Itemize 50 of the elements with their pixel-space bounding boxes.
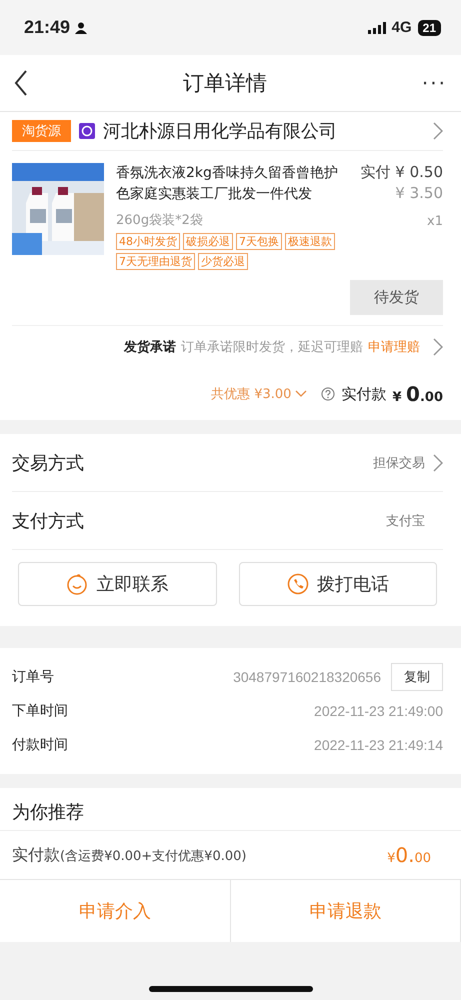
info-value: 3048797160218320656 — [233, 669, 381, 685]
help-icon[interactable] — [321, 387, 336, 401]
product-spec: 260g袋装*2袋 — [116, 212, 204, 229]
info-value: 2022-11-23 21:49:14 — [314, 737, 443, 753]
method-label: 交易方式 — [12, 452, 85, 474]
method-value: 担保交易 — [373, 454, 425, 472]
contact-button[interactable]: 拨打电话 — [238, 562, 437, 606]
network-type: 4G — [392, 19, 412, 36]
product-title[interactable]: 香氛洗衣液2kg香味持久留香曾艳护色家庭实惠装工厂批发一件代发 — [116, 163, 348, 205]
chevron-right-icon — [433, 454, 443, 472]
promise-label: 发货承诺 — [124, 339, 176, 356]
chevron-right-icon — [433, 338, 443, 356]
service-tag: 7天无理由退货 — [116, 253, 195, 270]
status-time: 21:49 — [24, 17, 70, 38]
paid-amount: ¥ 0.00 — [392, 382, 443, 406]
paid-price: 实付 ¥ 0.50 — [360, 163, 443, 182]
total-amount: ¥0.00 — [387, 843, 431, 867]
shop-name[interactable]: 河北朴源日用化学品有限公司 — [103, 119, 425, 143]
quantity: x1 — [426, 214, 443, 229]
info-label: 订单号 — [12, 668, 55, 686]
contact-button[interactable]: 立即联系 — [18, 562, 216, 606]
page-title: 订单详情 — [182, 70, 268, 97]
chevron-right-icon — [433, 122, 443, 140]
back-icon[interactable] — [14, 70, 28, 96]
person-icon — [75, 22, 88, 34]
method-label: 支付方式 — [12, 510, 85, 532]
status-button[interactable]: 待发货 — [350, 280, 443, 315]
battery-level: 21 — [418, 20, 441, 36]
paid-label: 实付款 — [341, 384, 386, 404]
signal-icon — [368, 22, 386, 34]
info-value: 2022-11-23 21:49:00 — [314, 703, 443, 719]
service-tag: 极速退款 — [285, 233, 335, 250]
promise-text: 订单承诺限时发货，延迟可理赔 — [181, 339, 363, 356]
service-tag: 少货必退 — [198, 253, 248, 270]
info-label: 付款时间 — [12, 736, 69, 754]
service-tag: 48小时发货 — [116, 233, 180, 250]
source-badge: 淘货源 — [12, 120, 71, 142]
copy-button[interactable]: 复制 — [391, 663, 443, 691]
shop-icon — [79, 123, 95, 139]
method-value: 支付宝 — [386, 512, 425, 530]
original-price: ¥ 3.50 — [394, 184, 443, 202]
more-button[interactable]: ··· — [422, 71, 447, 95]
info-label: 下单时间 — [12, 702, 69, 720]
service-tag: 7天包换 — [236, 233, 282, 250]
chevron-down-icon — [295, 390, 308, 398]
section-title: 为你推荐 — [12, 802, 84, 823]
service-tag: 破损必退 — [183, 233, 233, 250]
smiley-icon — [66, 573, 88, 595]
total-label: 实付款(含运费¥0.00+支付优惠¥0.00) — [12, 844, 248, 866]
phone-icon — [286, 573, 309, 595]
